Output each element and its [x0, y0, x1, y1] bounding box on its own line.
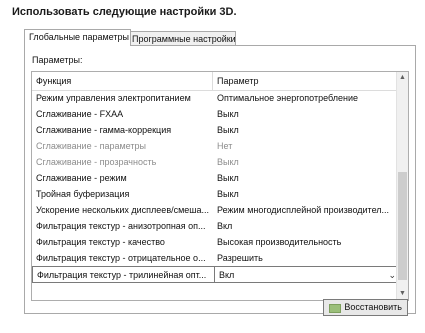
row-value: Выкл	[217, 125, 239, 135]
table-row[interactable]: Ускорение нескольких дисплеев/смеша... Р…	[32, 202, 398, 218]
row-function: Фильтрация текстур - отрицательное о...	[36, 253, 206, 263]
row-function: Ускорение нескольких дисплеев/смеша...	[36, 205, 210, 215]
row-value: Оптимальное энергопотребление	[217, 93, 359, 103]
vertical-scrollbar[interactable]: ▲ ▼	[396, 72, 408, 300]
table-row[interactable]: Фильтрация текстур - отрицательное о... …	[32, 250, 398, 266]
scroll-up-icon[interactable]: ▲	[397, 72, 408, 84]
row-value: Вкл	[217, 221, 233, 231]
chevron-down-icon[interactable]: ⌄	[388, 267, 396, 283]
row-function: Сглаживание - прозрачность	[36, 157, 157, 167]
scrollbar-thumb[interactable]	[398, 172, 407, 280]
row-value: Выкл	[217, 189, 239, 199]
tab-global-settings[interactable]: Глобальные параметры	[24, 29, 131, 46]
restore-button-label: Восстановить	[344, 302, 402, 312]
row-function: Фильтрация текстур - трилинейная опт...	[37, 270, 207, 280]
column-header-parameter[interactable]: Параметр	[213, 72, 398, 90]
params-label: Параметры:	[32, 55, 83, 65]
restore-button[interactable]: Восстановить	[323, 299, 408, 316]
table-row: Сглаживание - прозрачность Выкл	[32, 154, 398, 170]
nvidia-icon	[329, 304, 341, 313]
table-row-selected[interactable]: Фильтрация текстур - трилинейная опт... …	[32, 266, 398, 283]
row-value: Высокая производительность	[217, 237, 342, 247]
row-function: Сглаживание - FXAA	[36, 109, 124, 119]
settings-grid: Функция Параметр Режим управления электр…	[31, 71, 409, 301]
row-function: Тройная буферизация	[36, 189, 130, 199]
row-value: Выкл	[217, 109, 239, 119]
table-row[interactable]: Сглаживание - FXAA Выкл	[32, 106, 398, 122]
tab-program-settings[interactable]: Программные настройки	[127, 31, 236, 45]
row-function: Режим управления электропитанием	[36, 93, 191, 103]
row-value: Режим многодисплейной производител...	[217, 205, 390, 215]
table-row[interactable]: Сглаживание - гамма-коррекция Выкл	[32, 122, 398, 138]
table-row[interactable]: Фильтрация текстур - анизотропная оп... …	[32, 218, 398, 234]
dropdown-value: Вкл	[219, 270, 235, 280]
grid-rows: Режим управления электропитанием Оптимал…	[32, 90, 398, 283]
row-function: Сглаживание - режим	[36, 173, 127, 183]
row-function: Фильтрация текстур - анизотропная оп...	[36, 221, 206, 231]
row-function: Фильтрация текстур - качество	[36, 237, 165, 247]
table-row[interactable]: Фильтрация текстур - качество Высокая пр…	[32, 234, 398, 250]
row-value: Выкл	[217, 173, 239, 183]
row-function: Сглаживание - параметры	[36, 141, 146, 151]
settings-panel: Параметры: Функция Параметр Режим управл…	[24, 45, 416, 314]
grid-header: Функция Параметр	[32, 72, 398, 91]
table-row[interactable]: Режим управления электропитанием Оптимал…	[32, 90, 398, 106]
table-row[interactable]: Сглаживание - режим Выкл	[32, 170, 398, 186]
row-value: Нет	[217, 141, 233, 151]
row-value: Разрешить	[217, 253, 263, 263]
column-header-function[interactable]: Функция	[32, 72, 213, 90]
row-function: Сглаживание - гамма-коррекция	[36, 125, 172, 135]
table-row: Сглаживание - параметры Нет	[32, 138, 398, 154]
table-row[interactable]: Тройная буферизация Выкл	[32, 186, 398, 202]
page-heading: Использовать следующие настройки 3D.	[12, 6, 237, 18]
row-value: Выкл	[217, 157, 239, 167]
row-value-dropdown[interactable]: Вкл ⌄	[214, 267, 399, 283]
